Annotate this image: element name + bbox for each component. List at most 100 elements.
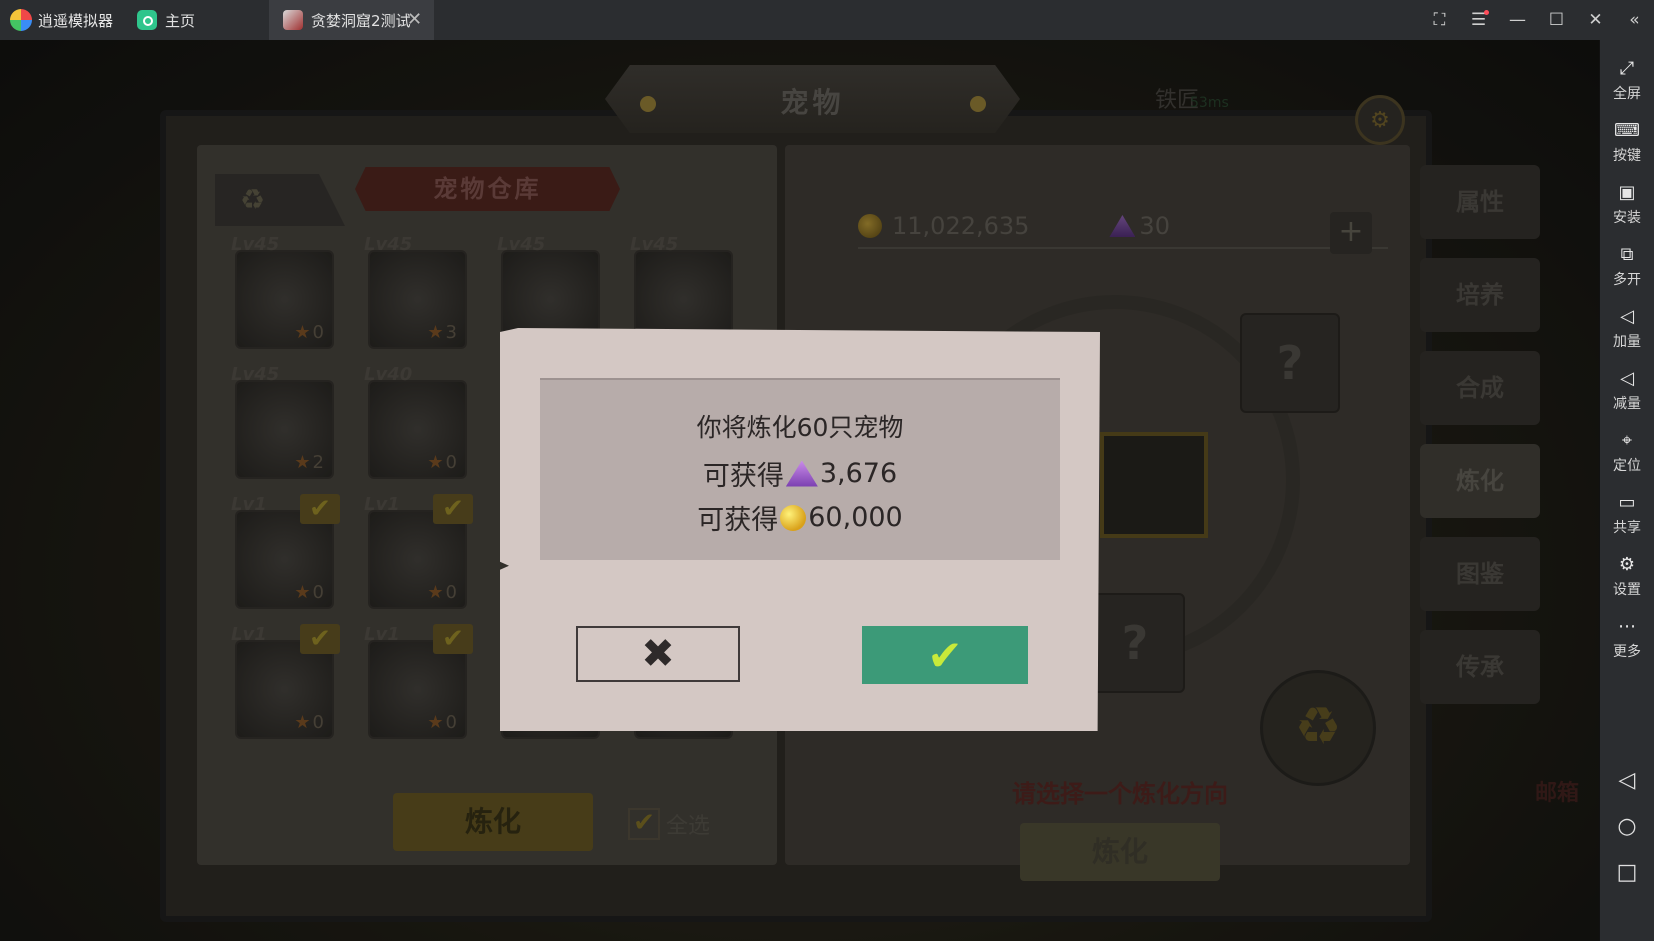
- gem-icon: [785, 460, 818, 487]
- ping-readout: 53ms: [1190, 95, 1229, 111]
- emulator-titlebar: 逍遥模拟器 主页 贪婪洞窟2测试 ✕ ⛶ ☰ — ☐ ✕ «: [0, 0, 1654, 41]
- panel-title: 宠物: [780, 86, 845, 119]
- sidebar-item-fullscreen[interactable]: ⤢ 全屏: [1600, 50, 1654, 110]
- pet-selected-check-icon[interactable]: ✔: [300, 624, 340, 654]
- side-tab-refine[interactable]: 炼化: [1420, 444, 1540, 518]
- refine-confirm-dialog: 你将炼化60只宠物 可获得 3,676 可获得 60,000 ✖ ✔: [500, 328, 1100, 731]
- sidebar-item-volume-down[interactable]: ◁ 减量: [1600, 360, 1654, 420]
- collapse-icon[interactable]: «: [1615, 0, 1654, 40]
- mailbox-label[interactable]: 邮箱: [1535, 775, 1579, 807]
- pet-slot[interactable]: Lv45 ★ 3: [364, 234, 467, 349]
- gold-amount: 11,022,635: [892, 212, 1030, 240]
- select-all-toggle[interactable]: ✔ 全选: [628, 808, 710, 840]
- add-currency-button[interactable]: +: [1330, 212, 1372, 254]
- checkmark-icon: ✔: [927, 630, 963, 680]
- dialog-content-panel: 你将炼化60只宠物 可获得 3,676 可获得 60,000: [540, 378, 1060, 560]
- tab-game[interactable]: 贪婪洞窟2测试 ✕: [269, 0, 435, 40]
- side-tab-attributes[interactable]: 属性: [1420, 165, 1540, 239]
- pet-level: Lv1: [364, 624, 400, 645]
- gem-icon: [1109, 215, 1136, 237]
- sidebar-item-location[interactable]: ⌖ 定位: [1600, 422, 1654, 482]
- side-tab-synthesis[interactable]: 合成: [1420, 351, 1540, 425]
- close-icon[interactable]: ✕: [1576, 0, 1615, 40]
- dialog-title: 你将炼化60只宠物: [696, 413, 904, 442]
- confirm-button[interactable]: ✔: [862, 626, 1028, 684]
- sidebar-item-label: 多开: [1613, 272, 1641, 288]
- sidebar-item-keymap[interactable]: ⌨ 按键: [1600, 112, 1654, 172]
- pet-level: Lv45: [364, 234, 413, 255]
- sidebar-item-label: 按键: [1613, 148, 1641, 164]
- back-icon[interactable]: ◁: [1600, 760, 1654, 800]
- pet-selected-check-icon[interactable]: ✔: [433, 494, 473, 524]
- sidebar-item-volume-up[interactable]: ◁ 加量: [1600, 298, 1654, 358]
- pet-selected-check-icon[interactable]: ✔: [433, 624, 473, 654]
- sidebar-item-label: 全屏: [1613, 86, 1641, 102]
- pet-level: Lv45: [231, 234, 280, 255]
- side-tab-codex[interactable]: 图鉴: [1420, 537, 1540, 611]
- game-viewport: 宠物 铁匠 53ms ⚙ ♻ 宠物仓库 Lv45 ★ 0 Lv45 ★ 3 Lv45…: [0, 40, 1599, 941]
- minimize-icon[interactable]: —: [1498, 0, 1537, 40]
- sidebar-item-install[interactable]: ▣ 安装: [1600, 174, 1654, 234]
- apk-install-icon: ▣: [1618, 181, 1636, 203]
- pet-slot[interactable]: Lv1 ✔ ★ 0: [364, 624, 473, 739]
- tab-close-icon[interactable]: ✕: [407, 9, 422, 30]
- pet-slot[interactable]: Lv45 ★ 0: [231, 234, 334, 349]
- side-tab-inherit[interactable]: 传承: [1420, 630, 1540, 704]
- sidebar-item-multi[interactable]: ⧉ 多开: [1600, 236, 1654, 296]
- pet-slot[interactable]: Lv1 ✔ ★ 0: [231, 624, 340, 739]
- sidebar-item-share[interactable]: ▭ 共享: [1600, 484, 1654, 544]
- gold-coin-icon: [858, 214, 882, 238]
- emulator-sidebar: ⤢ 全屏 ⌨ 按键 ▣ 安装 ⧉ 多开 ◁ 加量 ◁ 减量 ⌖ 定位 ▭ 共享 …: [1599, 40, 1654, 941]
- coin-gain-amount: 60,000: [808, 502, 903, 533]
- mystery-slot-top[interactable]: ?: [1240, 313, 1340, 413]
- recycle-emblem-icon[interactable]: ♻: [1260, 670, 1376, 786]
- sidebar-item-settings[interactable]: ⚙ 设置: [1600, 546, 1654, 606]
- tab-game-label: 贪婪洞窟2测试: [311, 11, 411, 30]
- menu-icon[interactable]: ☰: [1459, 0, 1498, 40]
- app-name: 逍遥模拟器: [38, 11, 114, 30]
- refine-hint: 请选择一个炼化方向: [1012, 780, 1228, 808]
- pet-level: Lv1: [231, 494, 267, 515]
- refine-button-left[interactable]: 炼化: [393, 793, 593, 851]
- home-icon[interactable]: ○: [1600, 806, 1654, 846]
- close-icon: ✖: [641, 631, 675, 677]
- sidebar-item-more[interactable]: ⋯ 更多: [1600, 608, 1654, 668]
- multi-instance-icon: ⧉: [1620, 243, 1634, 265]
- refine-button-right[interactable]: 炼化: [1020, 823, 1220, 881]
- pet-stars: ★0: [427, 582, 457, 603]
- more-icon: ⋯: [1618, 615, 1636, 637]
- app-brand[interactable]: 逍遥模拟器: [0, 0, 123, 40]
- home-tab-icon: [137, 10, 158, 30]
- pet-stars: ★0: [427, 712, 457, 733]
- header-bead-right: [970, 96, 986, 112]
- pet-slot[interactable]: Lv1 ✔ ★ 0: [364, 494, 473, 609]
- sidebar-item-label: 更多: [1613, 644, 1641, 660]
- pet-selected-check-icon[interactable]: ✔: [300, 494, 340, 524]
- refine-center-slot[interactable]: [1100, 432, 1208, 538]
- maximize-icon[interactable]: ☐: [1537, 0, 1576, 40]
- pet-slot[interactable]: Lv45 ★ 2: [231, 364, 334, 479]
- currency-bar: 11,022,635 30: [858, 205, 1388, 249]
- pet-level: Lv1: [231, 624, 267, 645]
- pet-level: Lv1: [364, 494, 400, 515]
- gold-coin-icon: [780, 504, 807, 531]
- pet-slot[interactable]: Lv1 ✔ ★ 0: [231, 494, 340, 609]
- tab-home[interactable]: 主页: [123, 0, 209, 40]
- gain-prefix: 可获得: [702, 461, 784, 492]
- pet-stars: ★0: [294, 322, 324, 343]
- sidebar-item-label: 加量: [1613, 334, 1641, 350]
- screenshot-icon[interactable]: ⛶: [1420, 0, 1459, 40]
- cancel-button[interactable]: ✖: [576, 626, 740, 682]
- select-all-checkbox-icon[interactable]: ✔: [628, 808, 660, 840]
- pet-stars: ★0: [294, 582, 324, 603]
- pet-level: Lv45: [231, 364, 280, 385]
- pet-level: Lv45: [497, 234, 546, 255]
- side-tab-train[interactable]: 培养: [1420, 258, 1540, 332]
- gem-gain-line: 可获得 3,676: [540, 454, 1060, 493]
- panel-settings-button[interactable]: ⚙: [1355, 95, 1405, 145]
- fullscreen-icon: ⤢: [1619, 57, 1635, 79]
- pet-stars: ★0: [294, 712, 324, 733]
- recent-apps-icon[interactable]: □: [1600, 852, 1654, 892]
- mystery-slot-bottom[interactable]: ?: [1085, 593, 1185, 693]
- pet-slot[interactable]: Lv40 ★ 0: [364, 364, 467, 479]
